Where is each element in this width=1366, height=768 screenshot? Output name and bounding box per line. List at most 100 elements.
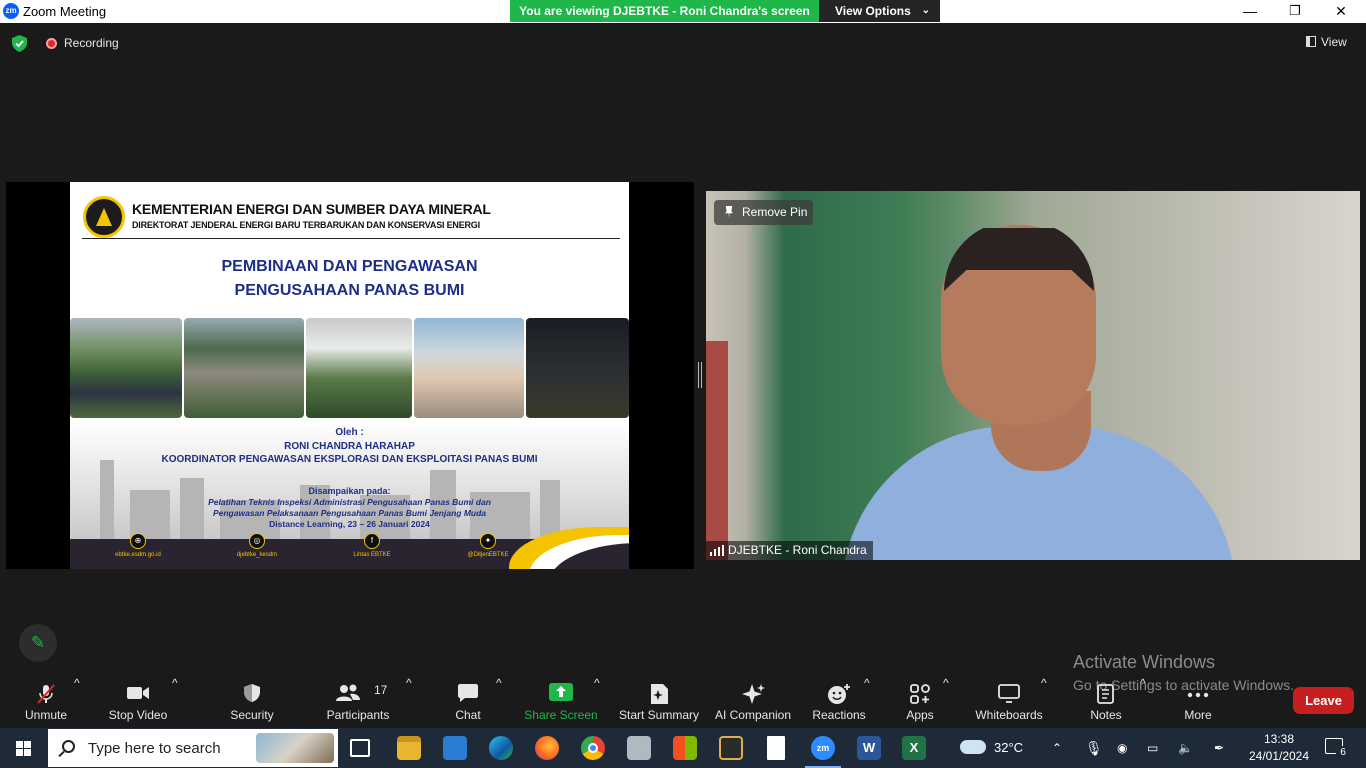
- zoom-app-icon: zm: [3, 3, 19, 19]
- notes-options-caret[interactable]: ^: [1140, 676, 1146, 690]
- weather-widget[interactable]: 32°C: [960, 728, 1023, 768]
- unmute-button[interactable]: Unmute: [14, 676, 78, 728]
- summary-document-icon: [651, 684, 668, 704]
- taskbar-clock[interactable]: 13:38 24/01/2024: [1248, 731, 1310, 765]
- social-instagram: ◎ djebtke_kesdm: [207, 530, 307, 558]
- participants-button[interactable]: 17 Participants: [322, 676, 394, 728]
- chat-button[interactable]: Chat: [442, 676, 494, 728]
- taskbar-search-placeholder: Type here to search: [88, 740, 221, 757]
- slide-position: KOORDINATOR PENGAWASAN EKSPLORASI DAN EK…: [161, 454, 538, 465]
- notes-icon: [1097, 684, 1114, 704]
- view-button[interactable]: View: [1306, 35, 1347, 49]
- notes-button[interactable]: Notes: [1080, 676, 1132, 728]
- share-options-caret[interactable]: ^: [594, 676, 600, 690]
- media-app-icon[interactable]: [719, 736, 743, 760]
- start-button[interactable]: [0, 728, 48, 768]
- volume-icon[interactable]: 🔈: [1178, 728, 1193, 768]
- close-button[interactable]: ✕: [1318, 0, 1364, 23]
- recording-icon: [46, 38, 57, 49]
- file-explorer-icon[interactable]: [397, 736, 421, 760]
- meeting-toolbar: Unmute ^ Stop Video ^ Security 17 Partic…: [0, 676, 1366, 728]
- excel-icon[interactable]: X: [902, 736, 926, 760]
- chrome-icon[interactable]: [581, 736, 605, 760]
- stop-video-label: Stop Video: [108, 708, 168, 722]
- search-icon: [62, 740, 75, 753]
- slide-ministry: KEMENTERIAN ENERGI DAN SUMBER DAYA MINER…: [132, 201, 491, 217]
- apps-grid-icon: [910, 684, 930, 704]
- search-highlight-image: [256, 733, 334, 763]
- reactions-options-caret[interactable]: ^: [864, 676, 870, 690]
- taskbar-search-box[interactable]: Type here to search: [48, 729, 338, 767]
- shared-screen[interactable]: KEMENTERIAN ENERGI DAN SUMBER DAYA MINER…: [6, 182, 694, 569]
- temperature: 32°C: [994, 740, 1024, 755]
- view-options-button[interactable]: View Options ⌄: [819, 0, 940, 22]
- participants-icon: [335, 684, 360, 701]
- chat-options-caret[interactable]: ^: [496, 676, 502, 690]
- document-app-icon[interactable]: [767, 736, 785, 760]
- notification-center-icon[interactable]: 6: [1325, 738, 1350, 760]
- ai-companion-button[interactable]: AI Companion: [710, 676, 796, 728]
- firefox-icon[interactable]: [535, 736, 559, 760]
- photo-solar-panels: [70, 318, 182, 418]
- chat-label: Chat: [455, 708, 481, 722]
- unmute-label: Unmute: [24, 708, 68, 722]
- video-camera-icon: [127, 687, 149, 699]
- whiteboards-button[interactable]: Whiteboards: [968, 676, 1050, 728]
- reactions-button[interactable]: Reactions: [808, 676, 870, 728]
- participants-options-caret[interactable]: ^: [406, 676, 412, 690]
- minimize-button[interactable]: —: [1227, 0, 1273, 23]
- more-label: More: [1184, 708, 1212, 722]
- presentation-slide: KEMENTERIAN ENERGI DAN SUMBER DAYA MINER…: [70, 182, 629, 569]
- reactions-label: Reactions: [812, 708, 866, 722]
- ai-sparkle-icon: [742, 684, 765, 704]
- video-options-caret[interactable]: ^: [172, 676, 178, 690]
- encryption-shield-icon[interactable]: [12, 35, 27, 52]
- maximize-button[interactable]: ❐: [1272, 0, 1318, 23]
- apps-button[interactable]: Apps: [894, 676, 946, 728]
- clock-time: 13:38: [1263, 732, 1295, 746]
- slide-divider: [82, 238, 620, 239]
- stop-video-button[interactable]: Stop Video: [104, 676, 172, 728]
- webcam-tray-icon[interactable]: ◉: [1117, 728, 1127, 768]
- printer-app-icon[interactable]: [627, 736, 651, 760]
- ai-companion-label: AI Companion: [714, 708, 792, 722]
- notification-count: 6: [1336, 746, 1350, 760]
- mail-icon[interactable]: [443, 736, 467, 760]
- word-icon[interactable]: W: [857, 736, 881, 760]
- photo-biogas-plant: [414, 318, 524, 418]
- edge-browser-icon[interactable]: [489, 736, 513, 760]
- show-hidden-icons[interactable]: ⌃: [1052, 728, 1062, 768]
- zoom-taskbar-icon[interactable]: zm: [805, 736, 841, 768]
- pen-tray-icon[interactable]: ✒: [1214, 728, 1224, 768]
- share-screen-button[interactable]: Share Screen: [522, 676, 600, 728]
- apps-options-caret[interactable]: ^: [943, 676, 949, 690]
- audio-options-caret[interactable]: ^: [74, 676, 80, 690]
- more-button[interactable]: More: [1172, 676, 1224, 728]
- instagram-icon: ◎: [249, 533, 265, 549]
- slide-directorate: DIREKTORAT JENDERAL ENERGI BARU TERBARUK…: [132, 220, 480, 230]
- annotate-pen-button[interactable]: ✎: [19, 624, 57, 662]
- remove-pin-button[interactable]: Remove Pin: [714, 200, 813, 225]
- battery-icon[interactable]: ▭: [1147, 728, 1158, 768]
- microphone-tray-icon[interactable]: 🎙: [1085, 728, 1103, 768]
- leave-button[interactable]: Leave: [1293, 687, 1354, 714]
- social-facebook: f Lintas EBTKE: [322, 530, 422, 558]
- cloud-sun-icon: [960, 740, 986, 754]
- chat-bubble-icon: [458, 684, 478, 702]
- split-resize-handle[interactable]: [698, 362, 702, 388]
- task-view-icon[interactable]: [350, 739, 370, 757]
- view-label: View: [1321, 35, 1347, 49]
- store-icon[interactable]: [673, 736, 697, 760]
- security-button[interactable]: Security: [222, 676, 282, 728]
- participant-video[interactable]: [706, 191, 1360, 560]
- remove-pin-label: Remove Pin: [742, 205, 808, 219]
- participants-count: 17: [374, 683, 388, 697]
- start-summary-label: Start Summary: [618, 708, 699, 722]
- whiteboards-label: Whiteboards: [975, 708, 1043, 722]
- recording-label[interactable]: Recording: [64, 36, 119, 50]
- whiteboards-options-caret[interactable]: ^: [1041, 676, 1047, 690]
- viewing-banner: You are viewing DJEBTKE - Roni Chandra's…: [510, 0, 819, 22]
- start-summary-button[interactable]: Start Summary: [616, 676, 702, 728]
- reaction-smiley-icon: [828, 684, 850, 704]
- participants-label: Participants: [326, 708, 390, 722]
